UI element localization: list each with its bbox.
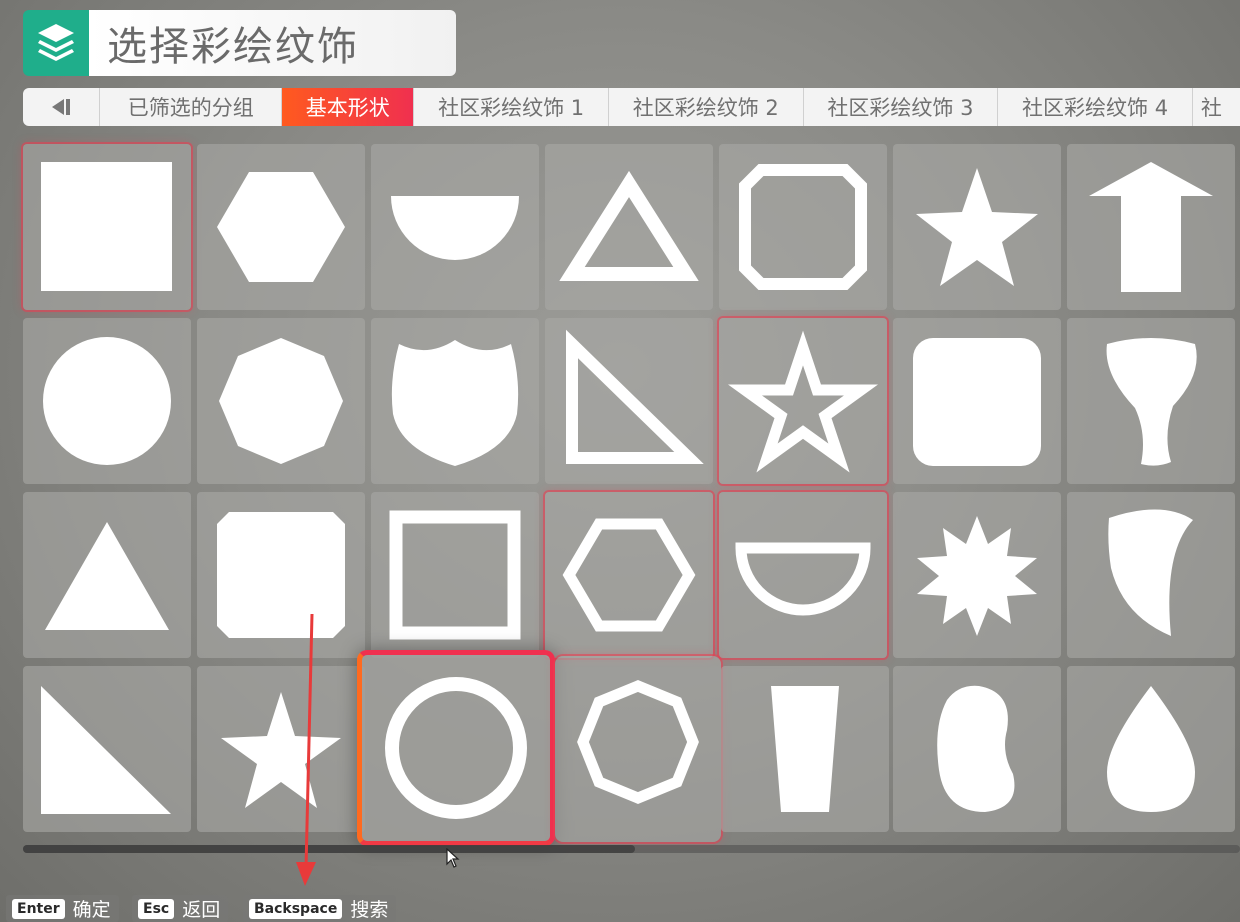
esc-hint-label: 返回 <box>182 899 221 921</box>
prev-tab-button[interactable] <box>23 88 101 126</box>
shape-right-triangle[interactable] <box>23 666 191 832</box>
hint-esc[interactable]: Esc 返回 <box>132 895 229 922</box>
page-header: 选择彩绘纹饰 <box>23 10 456 76</box>
shape-cut-corner-square[interactable] <box>197 492 365 658</box>
backspace-hint-label: 搜索 <box>350 899 389 921</box>
shape-shield[interactable] <box>371 318 539 484</box>
horizontal-scrollbar[interactable] <box>23 845 1240 853</box>
tab-community-1[interactable]: 社区彩绘纹饰 1 <box>414 88 609 126</box>
tab-community-5[interactable]: 社 <box>1193 88 1240 126</box>
shape-right-triangle-outline[interactable] <box>545 318 713 484</box>
shape-claw[interactable] <box>1067 492 1235 658</box>
tab-community-4[interactable]: 社区彩绘纹饰 4 <box>998 88 1193 126</box>
enter-hint-label: 确定 <box>72 899 111 921</box>
shape-drop[interactable] <box>1067 666 1235 832</box>
header-title-box: 选择彩绘纹饰 <box>89 10 456 76</box>
shape-star-outline[interactable] <box>719 318 887 484</box>
hint-enter[interactable]: Enter 确定 <box>6 895 119 922</box>
shape-octagon-outline[interactable] <box>719 144 887 310</box>
shape-circle-outline[interactable] <box>357 650 555 846</box>
shape-hexagon-outline[interactable] <box>545 492 713 658</box>
shape-trapezoid[interactable] <box>721 666 889 832</box>
shape-rounded-square[interactable] <box>893 318 1061 484</box>
tab-bar: 已筛选的分组 基本形状 社区彩绘纹饰 1 社区彩绘纹饰 2 社区彩绘纹饰 3 社… <box>23 88 1240 126</box>
shape-star-small[interactable] <box>197 666 365 832</box>
shape-square[interactable] <box>23 144 191 310</box>
hint-backspace[interactable]: Backspace 搜索 <box>243 895 397 922</box>
esc-key-badge: Esc <box>138 898 175 919</box>
page-title: 选择彩绘纹饰 <box>107 24 359 70</box>
shape-octagon[interactable] <box>197 318 365 484</box>
shape-circle[interactable] <box>23 318 191 484</box>
shape-hexagon[interactable] <box>197 144 365 310</box>
enter-key-badge: Enter <box>12 898 65 919</box>
backspace-key-badge: Backspace <box>249 898 343 919</box>
tab-filtered-groups[interactable]: 已筛选的分组 <box>100 88 283 126</box>
shape-star[interactable] <box>893 144 1061 310</box>
shape-octagon-outline-2[interactable] <box>555 656 721 842</box>
shape-half-circle[interactable] <box>371 144 539 310</box>
tab-community-2[interactable]: 社区彩绘纹饰 2 <box>609 88 804 126</box>
shape-half-circle-outline[interactable] <box>719 492 887 658</box>
scrollbar-thumb[interactable] <box>23 845 635 853</box>
layers-icon <box>23 10 89 76</box>
shape-triangle-outline[interactable] <box>545 144 713 310</box>
shape-starburst[interactable] <box>893 492 1061 658</box>
shape-bean[interactable] <box>893 666 1061 832</box>
shape-tapered-curve[interactable] <box>1067 318 1235 484</box>
mouse-cursor-icon <box>446 848 460 868</box>
prev-tab-icon <box>52 99 71 115</box>
shape-arrow-up[interactable] <box>1067 144 1235 310</box>
tab-basic-shapes[interactable]: 基本形状 <box>282 88 415 126</box>
shape-square-outline[interactable] <box>371 492 539 658</box>
shape-triangle[interactable] <box>23 492 191 658</box>
tab-community-3[interactable]: 社区彩绘纹饰 3 <box>804 88 999 126</box>
